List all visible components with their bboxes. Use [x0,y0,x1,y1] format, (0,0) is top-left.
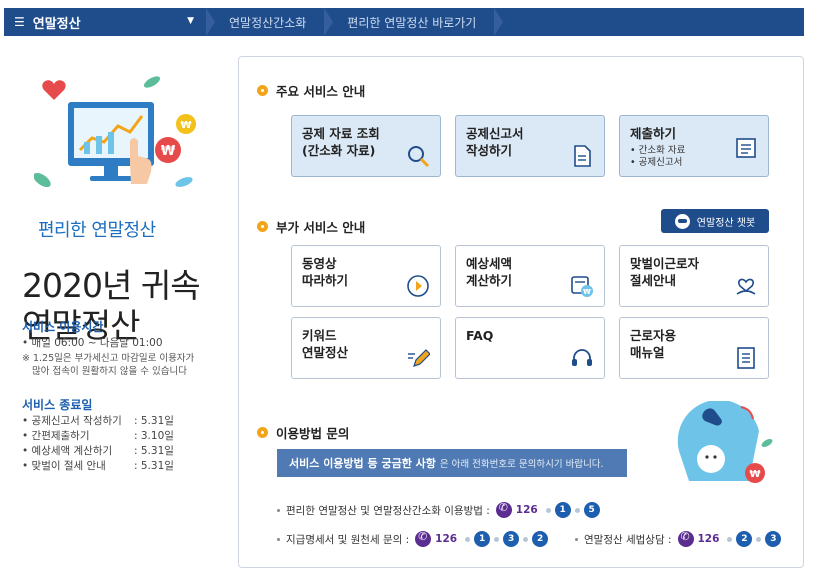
list-item: • 예상세액 계산하기: 5.31일 [22,445,174,457]
breadcrumb-item-simplified[interactable]: 연말정산간소화 [215,8,324,36]
monitor-illustration-icon: ₩ ₩ [34,76,196,188]
chatbot-icon [674,213,690,229]
card-dual-income-guide[interactable]: 맞벌이근로자 절세안내 [619,245,769,307]
document-icon [574,145,591,167]
card-deduction-lookup[interactable]: 공제 자료 조회 (간소화 자료) [291,115,441,177]
chatbot-button[interactable]: 연말정산 챗봇 [661,209,769,233]
service-panel: 주요 서비스 안내 공제 자료 조회 (간소화 자료) 공제신고서 작성하기 제… [238,56,804,568]
section-header-main-services: 주요 서비스 안내 [257,81,365,100]
service-time-note: ※ 1.25일은 부가세신고 마감일로 이용자가 많아 접속이 원활하지 않을 … [22,353,195,377]
main-menu-dropdown[interactable]: ☰ 연말정산 ▼ [4,8,206,36]
main-menu-label: 연말정산 [32,16,81,32]
list-item: • 간편제출하기: 3.10일 [22,430,174,442]
calculator-icon: ₩ [571,276,593,297]
phone-icon [495,501,512,518]
card-keyword[interactable]: 키워드 연말정산 [291,317,441,379]
svg-text:₩: ₩ [749,469,760,480]
hamburger-icon: ☰ [14,15,25,29]
bullet-icon [257,427,268,438]
section-header-additional-services: 부가 서비스 안내 [257,217,365,236]
bullet-icon [257,221,268,232]
breadcrumb-separator [324,8,334,36]
couple-icon [736,278,756,295]
svg-text:₩: ₩ [161,144,176,159]
breadcrumb-separator [206,8,215,36]
inquiry-illustration-icon: ₩ [677,401,773,483]
card-tax-estimate[interactable]: 예상세액 계산하기 ₩ [455,245,605,307]
headset-icon [572,349,592,366]
breadcrumb-item-shortcut[interactable]: 편리한 연말정산 바로가기 [333,8,494,36]
phone-icon [677,530,694,547]
svg-text:₩: ₩ [180,120,191,131]
card-faq[interactable]: FAQ [455,317,605,379]
service-time-title: 서비스 이용시간 [22,320,104,334]
left-info-panel: ₩ ₩ 편리한 연말정산 2020년 귀속 연말정산 서비스 이용시간 • 매일… [0,44,232,573]
dropdown-caret-icon: ▼ [187,16,194,26]
service-end-title: 서비스 종료일 [22,398,93,412]
breadcrumb-separator [494,8,504,36]
magnifier-icon [408,146,430,168]
inquiry-banner: 서비스 이용방법 등 궁금한 사항 은 아래 전화번호로 문의하시기 바랍니다. [277,449,627,477]
contact-row-usage: 편리한 연말정산 및 연말정산간소화 이용방법 : 126 1 5 [277,501,600,518]
contact-row-tax-law: 연말정산 세법상담 : 126 2 3 [575,530,782,547]
phone-icon [415,530,432,547]
svg-text:₩: ₩ [583,288,591,296]
manual-icon [737,347,755,369]
card-submit[interactable]: 제출하기 • 간소화 자료 • 공제신고서 [619,115,769,177]
service-end-list: • 공제신고서 작성하기: 5.31일 • 간편제출하기: 3.10일 • 예상… [22,414,174,474]
pencil-icon [408,349,430,367]
card-worker-manual[interactable]: 근로자용 매뉴얼 [619,317,769,379]
bullet-icon [257,85,268,96]
section-header-inquiry: 이용방법 문의 [257,423,349,442]
list-item: • 공제신고서 작성하기: 5.31일 [22,415,174,427]
card-write-declaration[interactable]: 공제신고서 작성하기 [455,115,605,177]
list-item: • 맞벌이 절세 안내: 5.31일 [22,460,174,472]
brand-title: 편리한 연말정산 [38,220,156,241]
service-time-line: • 매일 06:00 ~ 다음날 01:00 [22,337,163,349]
top-navigation-bar: ☰ 연말정산 ▼ 연말정산간소화 편리한 연말정산 바로가기 [4,8,804,36]
contact-row-withholding: 지급명세서 및 원천세 문의 : 126 1 3 2 [277,530,549,547]
form-icon [736,138,756,158]
card-video-tutorial[interactable]: 동영상 따라하기 [291,245,441,307]
play-icon [407,275,429,297]
